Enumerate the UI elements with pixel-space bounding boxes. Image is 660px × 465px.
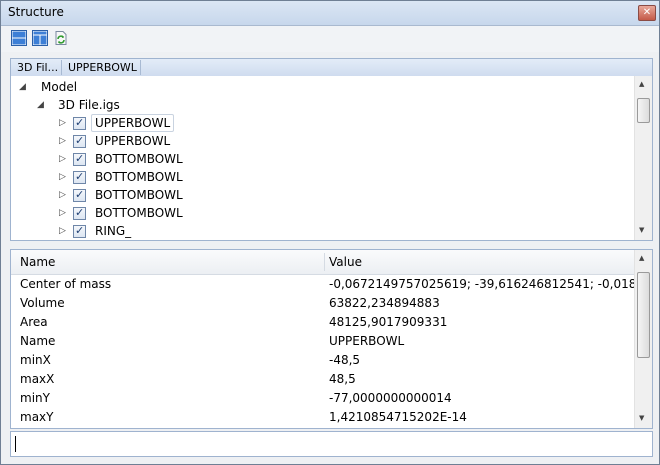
- property-name: maxX: [20, 372, 55, 386]
- expand-triangle-icon[interactable]: ▷: [59, 186, 66, 204]
- tree-node-label: BOTTOMBOWL: [95, 188, 183, 202]
- properties-header: Name Value: [11, 250, 635, 275]
- tree-node-part[interactable]: ▷ BOTTOMBOWL: [59, 204, 183, 222]
- property-value: 48125,9017909331: [329, 315, 448, 329]
- expand-triangle-icon[interactable]: ▷: [59, 222, 66, 240]
- tree-node-part[interactable]: ▷ BOTTOMBOWL: [59, 168, 183, 186]
- scroll-up-arrow-icon[interactable]: ▲: [639, 80, 644, 88]
- scroll-down-arrow-icon[interactable]: ▼: [639, 414, 644, 422]
- tree-node-label: BOTTOMBOWL: [95, 152, 183, 166]
- tree-node-part[interactable]: ▷ BOTTOMBOWL: [59, 150, 183, 168]
- expand-triangle-icon[interactable]: ▷: [59, 132, 66, 150]
- tree-node-label: Model: [41, 80, 78, 94]
- visibility-checkbox[interactable]: [73, 168, 86, 186]
- column-header-value[interactable]: Value: [329, 250, 362, 274]
- expand-triangle-icon[interactable]: ▷: [59, 114, 66, 132]
- tree-node-label: UPPERBOWL: [95, 134, 171, 148]
- visibility-checkbox[interactable]: [73, 114, 86, 132]
- collapse-triangle-icon[interactable]: ◢: [37, 96, 44, 114]
- structure-window: Structure ✕ 3D Fil... UPPERBOWL ◢ Model …: [0, 0, 660, 465]
- properties-scrollbar[interactable]: ▲ ▼: [634, 250, 652, 428]
- tree-node-part[interactable]: ▷ RING_: [59, 222, 179, 240]
- tree-node-label: UPPERBOWL: [91, 114, 175, 132]
- breadcrumb-item-part[interactable]: UPPERBOWL: [65, 60, 141, 75]
- refresh-button[interactable]: [53, 30, 69, 46]
- close-icon: ✕: [642, 7, 652, 18]
- property-value: -77,0000000000014: [329, 391, 452, 405]
- column-header-name[interactable]: Name: [20, 250, 55, 274]
- property-value: 1,4210854715202E-14: [329, 410, 467, 424]
- property-name: maxY: [20, 410, 54, 424]
- text-caret: [15, 436, 16, 452]
- scroll-up-arrow-icon[interactable]: ▲: [639, 254, 644, 262]
- collapse-triangle-icon[interactable]: ◢: [19, 78, 26, 96]
- tree-node-label: RING_: [95, 224, 132, 238]
- refresh-icon: [55, 31, 67, 45]
- breadcrumb: 3D Fil... UPPERBOWL: [10, 58, 653, 77]
- property-value: 48,5: [329, 372, 356, 386]
- property-name: Area: [20, 315, 48, 329]
- expand-triangle-icon[interactable]: ▷: [59, 150, 66, 168]
- filter-input[interactable]: [10, 431, 653, 457]
- visibility-checkbox[interactable]: [73, 222, 86, 240]
- expand-triangle-icon[interactable]: ▷: [59, 168, 66, 186]
- scroll-thumb[interactable]: [637, 272, 650, 358]
- property-name: Center of mass: [20, 277, 112, 291]
- tree-node-label: BOTTOMBOWL: [95, 206, 183, 220]
- visibility-checkbox[interactable]: [73, 186, 86, 204]
- title-bar: Structure ✕: [1, 1, 659, 26]
- property-value: 63822,234894883: [329, 296, 440, 310]
- tree-node-part[interactable]: ▷ UPPERBOWL: [59, 132, 179, 150]
- property-value: UPPERBOWL: [329, 334, 405, 348]
- vertical-split-icon: [32, 30, 48, 46]
- window-title: Structure: [8, 5, 64, 19]
- property-name: Volume: [20, 296, 65, 310]
- property-name: minX: [20, 353, 51, 367]
- visibility-checkbox[interactable]: [73, 132, 86, 150]
- property-value: -48,5: [329, 353, 361, 367]
- tree-node-label: 3D File.igs: [58, 98, 120, 112]
- tree-scrollbar[interactable]: ▲ ▼: [634, 76, 652, 240]
- horizontal-split-button[interactable]: [11, 30, 27, 46]
- breadcrumb-item-file[interactable]: 3D Fil...: [14, 60, 63, 75]
- visibility-checkbox[interactable]: [73, 150, 86, 168]
- horizontal-split-icon: [11, 30, 27, 46]
- tree-node-part[interactable]: ▷ BOTTOMBOWL: [59, 186, 183, 204]
- vertical-split-button[interactable]: [32, 30, 48, 46]
- tree-node-label: BOTTOMBOWL: [95, 170, 183, 184]
- tree-node-part[interactable]: ▷ UPPERBOWL: [59, 114, 179, 132]
- column-divider[interactable]: [324, 253, 325, 271]
- property-name: minY: [20, 391, 50, 405]
- property-name: Name: [20, 334, 56, 348]
- close-button[interactable]: ✕: [638, 5, 656, 21]
- structure-tree: ◢ Model ◢ 3D File.igs ▷ UPPERBOWL ▷ UPPE…: [10, 76, 653, 241]
- scroll-down-arrow-icon[interactable]: ▼: [639, 226, 644, 234]
- property-value: -0,0672149757025619; -39,616246812541; -…: [329, 277, 634, 291]
- visibility-checkbox[interactable]: [73, 204, 86, 222]
- scroll-thumb[interactable]: [637, 98, 650, 123]
- properties-grid: Name Value Center of mass -0,06721497570…: [10, 249, 653, 429]
- toolbar: [1, 26, 659, 52]
- expand-triangle-icon[interactable]: ▷: [59, 204, 66, 222]
